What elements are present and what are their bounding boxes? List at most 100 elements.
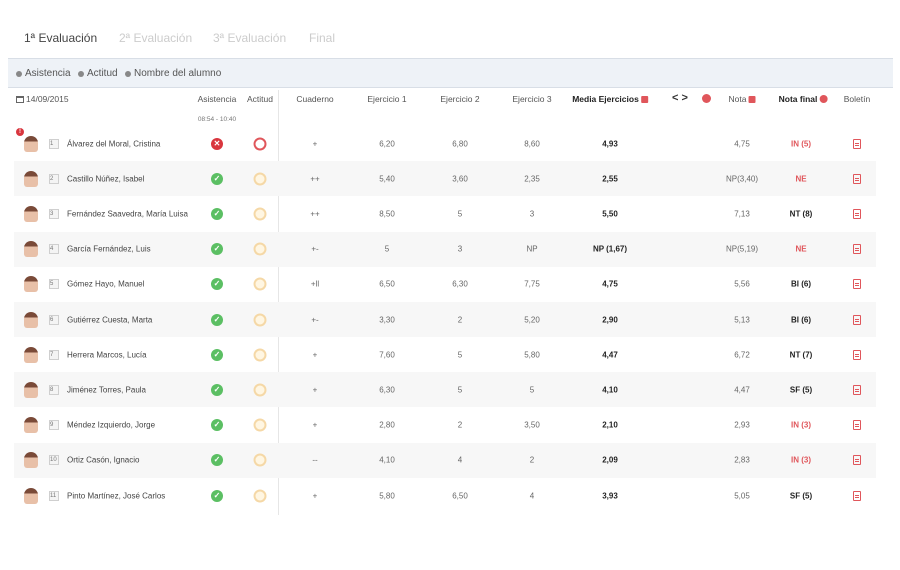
col-nota-final[interactable]: Nota final (779, 94, 828, 104)
nota-final-value[interactable]: IN (5) (791, 139, 811, 148)
cuaderno-value[interactable]: + (313, 491, 318, 500)
add-column-icon[interactable] (702, 94, 711, 103)
tab-evaluation-2[interactable]: 2ª Evaluación (119, 31, 192, 45)
ejercicio-2-value[interactable]: 4 (458, 456, 462, 465)
nota-value[interactable]: 4,47 (734, 385, 750, 394)
media-value[interactable]: 2,55 (602, 174, 618, 183)
filter-nombre-alumno[interactable]: Nombre del alumno (125, 68, 221, 79)
nota-value[interactable]: 5,56 (734, 280, 750, 289)
ejercicio-2-value[interactable]: 6,50 (452, 491, 468, 500)
attitude-neutral-icon[interactable] (253, 277, 267, 291)
ejercicio-1-value[interactable]: 2,80 (379, 421, 395, 430)
ejercicio-2-value[interactable]: 5 (458, 385, 462, 394)
date-header[interactable]: 14/09/2015 (16, 94, 69, 104)
ejercicio-3-value[interactable]: 7,75 (524, 280, 540, 289)
pdf-report-icon[interactable] (853, 244, 861, 255)
attitude-neutral-icon[interactable] (253, 172, 267, 186)
ejercicio-1-value[interactable]: 7,60 (379, 350, 395, 359)
col-ejercicio-2[interactable]: Ejercicio 2 (440, 94, 479, 104)
nota-value[interactable]: 6,72 (734, 350, 750, 359)
avatar[interactable] (24, 135, 38, 152)
pdf-report-icon[interactable] (853, 314, 861, 325)
pdf-report-icon[interactable] (853, 490, 861, 501)
nota-final-value[interactable]: BI (6) (791, 280, 811, 289)
cuaderno-value[interactable]: +- (311, 245, 318, 254)
nota-value[interactable]: 5,13 (734, 315, 750, 324)
ejercicio-1-value[interactable]: 5,80 (379, 491, 395, 500)
ejercicio-1-value[interactable]: 8,50 (379, 209, 395, 218)
nota-final-value[interactable]: SF (5) (790, 491, 812, 500)
tab-evaluation-1[interactable]: 1ª Evaluación (24, 31, 97, 45)
student-name[interactable]: García Fernández, Luis (67, 245, 151, 254)
pdf-report-icon[interactable] (853, 208, 861, 219)
present-icon[interactable]: ✓ (211, 278, 223, 291)
present-icon[interactable]: ✓ (211, 313, 223, 326)
nota-value[interactable]: NP(5,19) (726, 245, 758, 254)
ejercicio-3-value[interactable]: 2 (530, 456, 534, 465)
attitude-neutral-icon[interactable] (253, 453, 267, 467)
col-ejercicio-1[interactable]: Ejercicio 1 (367, 94, 406, 104)
absent-icon[interactable]: ✕ (211, 137, 223, 150)
nota-value[interactable]: 2,83 (734, 456, 750, 465)
nota-final-value[interactable]: SF (5) (790, 385, 812, 394)
nota-final-value[interactable]: NT (8) (790, 209, 813, 218)
cuaderno-value[interactable]: + (313, 139, 318, 148)
ejercicio-2-value[interactable]: 3,60 (452, 174, 468, 183)
avatar[interactable] (24, 452, 38, 469)
nota-value[interactable]: 5,05 (734, 491, 750, 500)
ejercicio-2-value[interactable]: 5 (458, 209, 462, 218)
avatar[interactable] (24, 487, 38, 504)
ejercicio-3-value[interactable]: 3,50 (524, 421, 540, 430)
filter-asistencia[interactable]: Asistencia (16, 68, 71, 79)
attitude-neutral-icon[interactable] (253, 383, 267, 397)
ejercicio-3-value[interactable]: 3 (530, 209, 534, 218)
nota-value[interactable]: 7,13 (734, 209, 750, 218)
student-name[interactable]: Fernández Saavedra, María Luisa (67, 209, 188, 218)
ejercicio-2-value[interactable]: 3 (458, 245, 462, 254)
ejercicio-3-value[interactable]: 2,35 (524, 174, 540, 183)
col-nota[interactable]: Nota (729, 94, 756, 104)
ejercicio-3-value[interactable]: 8,60 (524, 139, 540, 148)
attitude-neutral-icon[interactable] (253, 242, 267, 256)
filter-actitud[interactable]: Actitud (78, 68, 118, 79)
media-value[interactable]: 3,93 (602, 491, 618, 500)
media-value[interactable]: 4,93 (602, 139, 618, 148)
pdf-report-icon[interactable] (853, 455, 861, 466)
pdf-report-icon[interactable] (853, 349, 861, 360)
student-name[interactable]: Ortiz Casón, Ignacio (67, 456, 139, 465)
avatar[interactable] (24, 311, 38, 328)
present-icon[interactable]: ✓ (211, 383, 223, 396)
nota-final-value[interactable]: NE (795, 174, 806, 183)
col-media-ejercicios[interactable]: Media Ejercicios (572, 94, 648, 104)
nota-final-value[interactable]: BI (6) (791, 315, 811, 324)
column-nav-arrows[interactable]: < > (672, 92, 688, 104)
tab-final[interactable]: Final (309, 31, 335, 45)
attitude-negative-icon[interactable] (253, 137, 267, 150)
pdf-report-icon[interactable] (853, 173, 861, 184)
media-value[interactable]: 4,10 (602, 385, 618, 394)
cuaderno-value[interactable]: ++ (310, 209, 319, 218)
ejercicio-1-value[interactable]: 3,30 (379, 315, 395, 324)
ejercicio-2-value[interactable]: 6,30 (452, 280, 468, 289)
nota-value[interactable]: 4,75 (734, 139, 750, 148)
ejercicio-2-value[interactable]: 6,80 (452, 139, 468, 148)
pdf-report-icon[interactable] (853, 138, 861, 149)
col-ejercicio-3[interactable]: Ejercicio 3 (512, 94, 551, 104)
present-icon[interactable]: ✓ (211, 243, 223, 256)
media-value[interactable]: 2,09 (602, 456, 618, 465)
nota-final-value[interactable]: IN (3) (791, 421, 811, 430)
nota-final-value[interactable]: NE (795, 245, 806, 254)
pdf-report-icon[interactable] (853, 279, 861, 290)
nota-final-value[interactable]: NT (7) (790, 350, 813, 359)
ejercicio-2-value[interactable]: 2 (458, 421, 462, 430)
media-value[interactable]: 5,50 (602, 209, 618, 218)
student-name[interactable]: Álvarez del Moral, Cristina (67, 139, 160, 148)
tab-evaluation-3[interactable]: 3ª Evaluación (213, 31, 286, 45)
cuaderno-value[interactable]: + (313, 385, 318, 394)
cuaderno-value[interactable]: ++ (310, 174, 319, 183)
pdf-report-icon[interactable] (853, 384, 861, 395)
media-value[interactable]: NP (1,67) (593, 245, 627, 254)
attitude-neutral-icon[interactable] (253, 348, 267, 362)
student-name[interactable]: Jiménez Torres, Paula (67, 385, 146, 394)
cuaderno-value[interactable]: + (313, 421, 318, 430)
